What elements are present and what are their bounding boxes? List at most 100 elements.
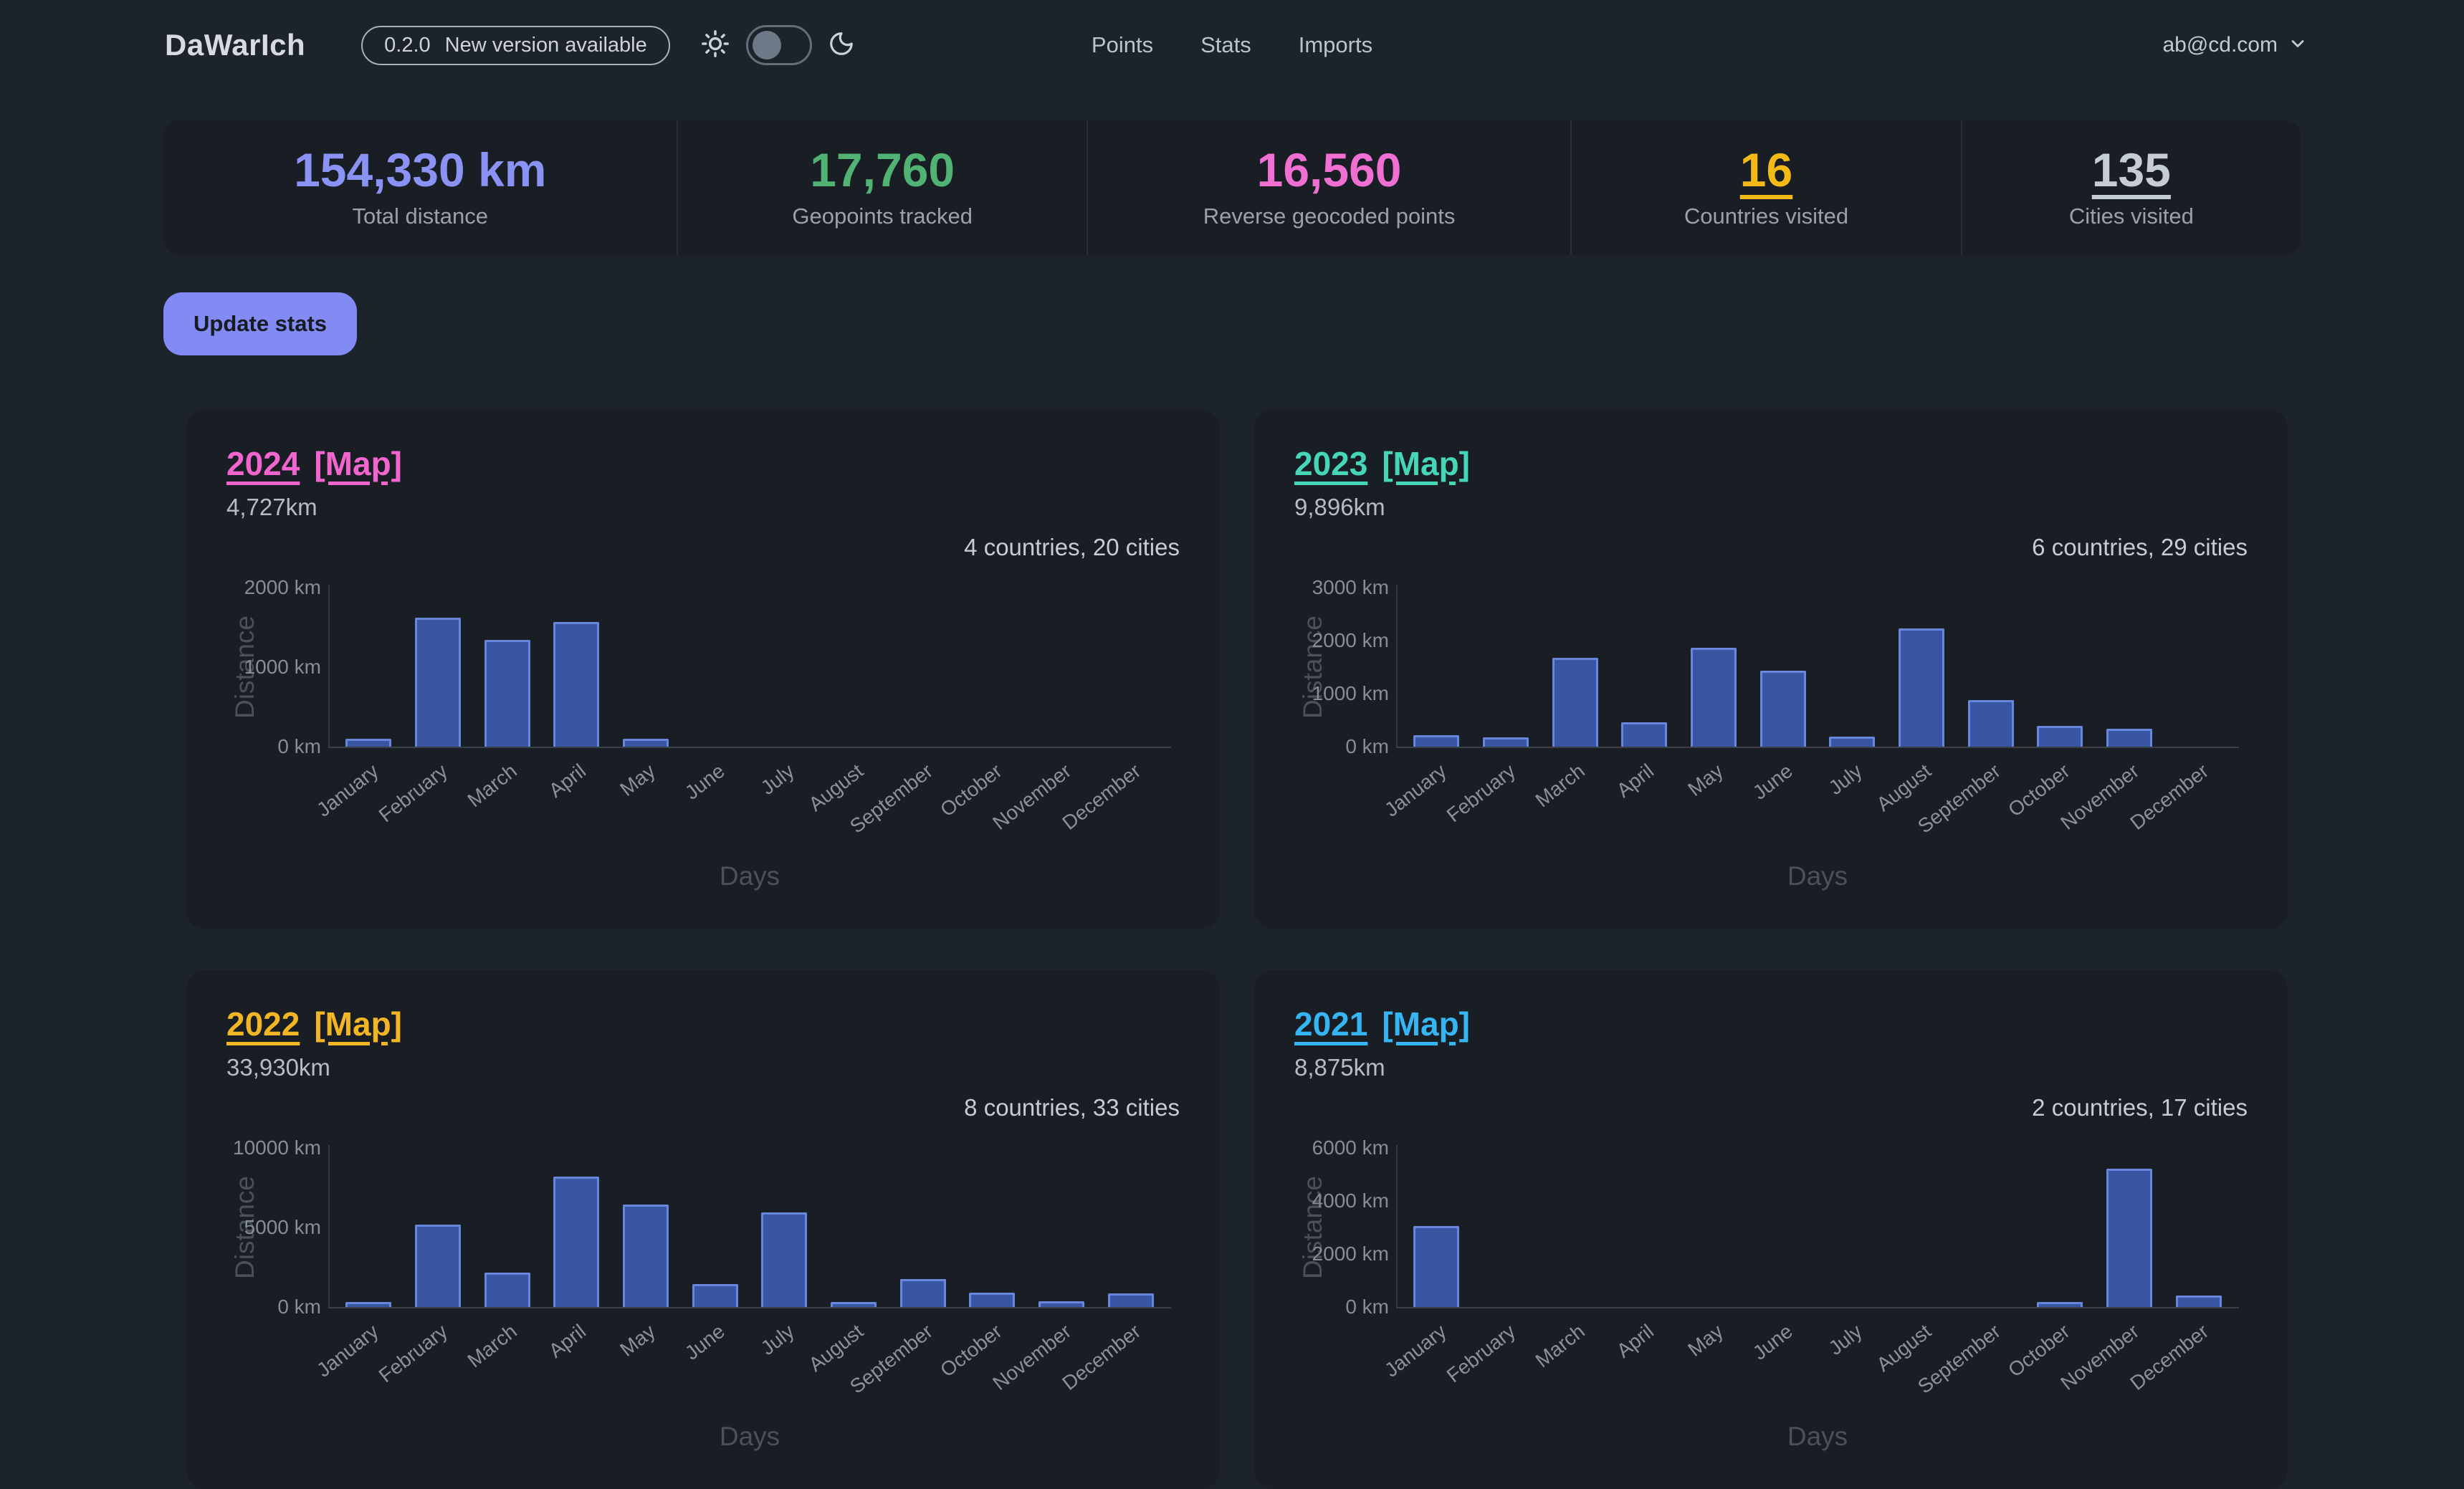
bar-october bbox=[2037, 1302, 2083, 1307]
x-axis-label: April bbox=[1613, 1320, 1658, 1363]
app-logo: DaWarIch bbox=[165, 28, 305, 62]
actions-row: Update stats bbox=[163, 292, 2301, 355]
y-axis-tick: 1000 km bbox=[1294, 682, 1389, 705]
x-axis-label: May bbox=[616, 760, 659, 801]
sun-icon bbox=[700, 29, 730, 62]
y-axis-tick: 0 km bbox=[1294, 735, 1389, 758]
bar-may bbox=[623, 1205, 669, 1307]
card-links: 2024 [Map] bbox=[226, 444, 1180, 483]
stat-label: Countries visited bbox=[1684, 204, 1848, 229]
x-axis-label: August bbox=[1872, 760, 1935, 816]
stat-label: Total distance bbox=[352, 204, 488, 229]
bar-april bbox=[1621, 722, 1667, 747]
map-link-2021[interactable]: [Map] bbox=[1382, 1005, 1470, 1043]
x-axis-label: February bbox=[1443, 760, 1520, 827]
year-cards-grid: 2024 [Map] 4,727km 4 countries, 20 citie… bbox=[186, 410, 2278, 1489]
year-link-2022[interactable]: 2022 bbox=[226, 1005, 300, 1043]
bar-september bbox=[1968, 700, 2014, 747]
distance-by-month-chart-2023: Distance0 km1000 km2000 km3000 kmJanuary… bbox=[1294, 588, 2248, 890]
distance-by-month-chart-2021: Distance0 km2000 km4000 km6000 kmJanuary… bbox=[1294, 1148, 2248, 1450]
stat-cities-visited: 135 Cities visited bbox=[1961, 120, 2301, 255]
x-axis-label: April bbox=[1613, 760, 1658, 803]
x-axis-line bbox=[1396, 747, 2239, 748]
year-total-distance: 33,930km bbox=[226, 1053, 1180, 1082]
x-axis-label: July bbox=[756, 1320, 798, 1360]
x-axis-label: July bbox=[1824, 760, 1866, 800]
bar-february bbox=[415, 1225, 461, 1307]
stat-label: Cities visited bbox=[2069, 204, 2194, 229]
year-card-2023: 2023 [Map] 9,896km 6 countries, 29 citie… bbox=[1254, 410, 2288, 929]
nav-points[interactable]: Points bbox=[1092, 32, 1153, 58]
x-axis-title: Days bbox=[1787, 861, 1848, 891]
chevron-down-icon bbox=[2288, 34, 2308, 57]
x-axis-label: May bbox=[616, 1320, 659, 1361]
user-menu[interactable]: ab@cd.com bbox=[2162, 33, 2308, 57]
y-axis-tick: 2000 km bbox=[226, 576, 321, 599]
x-axis-label: January bbox=[1380, 760, 1451, 822]
bar-april bbox=[553, 1177, 599, 1307]
stat-label: Geopoints tracked bbox=[792, 204, 973, 229]
bar-march bbox=[1552, 658, 1598, 747]
map-link-2024[interactable]: [Map] bbox=[314, 444, 402, 483]
y-axis-tick: 5000 km bbox=[226, 1216, 321, 1239]
year-link-2024[interactable]: 2024 bbox=[226, 444, 300, 483]
main-nav: Points Stats Imports bbox=[1092, 32, 1372, 58]
y-axis-tick: 0 km bbox=[226, 1296, 321, 1318]
bar-march bbox=[484, 640, 530, 747]
x-axis-label: June bbox=[1749, 760, 1797, 805]
x-axis-label: June bbox=[681, 760, 730, 805]
stat-label: Reverse geocoded points bbox=[1203, 204, 1456, 229]
update-stats-button[interactable]: Update stats bbox=[163, 292, 357, 355]
y-axis-tick: 4000 km bbox=[1294, 1189, 1389, 1212]
x-axis-label: June bbox=[1749, 1320, 1797, 1365]
x-axis-label: April bbox=[545, 1320, 591, 1363]
version-badge[interactable]: 0.2.0 New version available bbox=[361, 26, 670, 65]
map-link-2023[interactable]: [Map] bbox=[1382, 444, 1470, 483]
bar-june bbox=[1760, 671, 1806, 747]
stat-countries-visited: 16 Countries visited bbox=[1570, 120, 1960, 255]
year-summary: 8 countries, 33 cities bbox=[226, 1093, 1180, 1122]
y-axis-tick: 1000 km bbox=[226, 656, 321, 679]
bar-november bbox=[2106, 729, 2152, 747]
x-axis-label: May bbox=[1684, 760, 1727, 801]
bar-september bbox=[900, 1279, 946, 1307]
stat-value: 154,330 km bbox=[294, 146, 546, 193]
stat-value: 17,760 bbox=[810, 146, 955, 193]
year-card-2021: 2021 [Map] 8,875km 2 countries, 17 citie… bbox=[1254, 970, 2288, 1489]
bar-february bbox=[415, 618, 461, 747]
year-summary: 6 countries, 29 cities bbox=[1294, 533, 2248, 562]
y-axis-line bbox=[328, 1145, 330, 1307]
x-axis-label: February bbox=[375, 1320, 452, 1387]
bar-may bbox=[623, 739, 669, 747]
theme-toggle-knob bbox=[753, 31, 781, 59]
year-card-2024: 2024 [Map] 4,727km 4 countries, 20 citie… bbox=[186, 410, 1220, 929]
version-number: 0.2.0 bbox=[384, 34, 431, 57]
bar-january bbox=[345, 1302, 391, 1307]
cities-visited-link[interactable]: 135 bbox=[2092, 146, 2171, 193]
bar-november bbox=[1038, 1301, 1084, 1307]
x-axis-label: February bbox=[375, 760, 452, 827]
map-link-2022[interactable]: [Map] bbox=[314, 1005, 402, 1043]
user-email: ab@cd.com bbox=[2162, 33, 2278, 57]
distance-by-month-chart-2022: Distance0 km5000 km10000 kmJanuaryFebrua… bbox=[226, 1148, 1180, 1450]
theme-toggle[interactable] bbox=[746, 25, 812, 65]
year-total-distance: 8,875km bbox=[1294, 1053, 2248, 1082]
nav-stats[interactable]: Stats bbox=[1200, 32, 1251, 58]
y-axis-tick: 0 km bbox=[1294, 1296, 1389, 1318]
bar-may bbox=[1691, 648, 1737, 747]
bar-january bbox=[345, 739, 391, 747]
x-axis-label: August bbox=[1872, 1320, 1935, 1377]
year-link-2023[interactable]: 2023 bbox=[1294, 444, 1367, 483]
year-link-2021[interactable]: 2021 bbox=[1294, 1005, 1367, 1043]
x-axis-label: July bbox=[756, 760, 798, 800]
x-axis-line bbox=[328, 1307, 1171, 1308]
stat-value: 16,560 bbox=[1257, 146, 1402, 193]
nav-imports[interactable]: Imports bbox=[1299, 32, 1372, 58]
x-axis-label: May bbox=[1684, 1320, 1727, 1361]
countries-visited-link[interactable]: 16 bbox=[1740, 146, 1792, 193]
stats-strip: 154,330 km Total distance 17,760 Geopoin… bbox=[163, 120, 2301, 255]
version-message: New version available bbox=[445, 34, 647, 57]
x-axis-label: March bbox=[1531, 1320, 1589, 1372]
x-axis-title: Days bbox=[1787, 1422, 1848, 1452]
x-axis-label: March bbox=[463, 1320, 521, 1372]
